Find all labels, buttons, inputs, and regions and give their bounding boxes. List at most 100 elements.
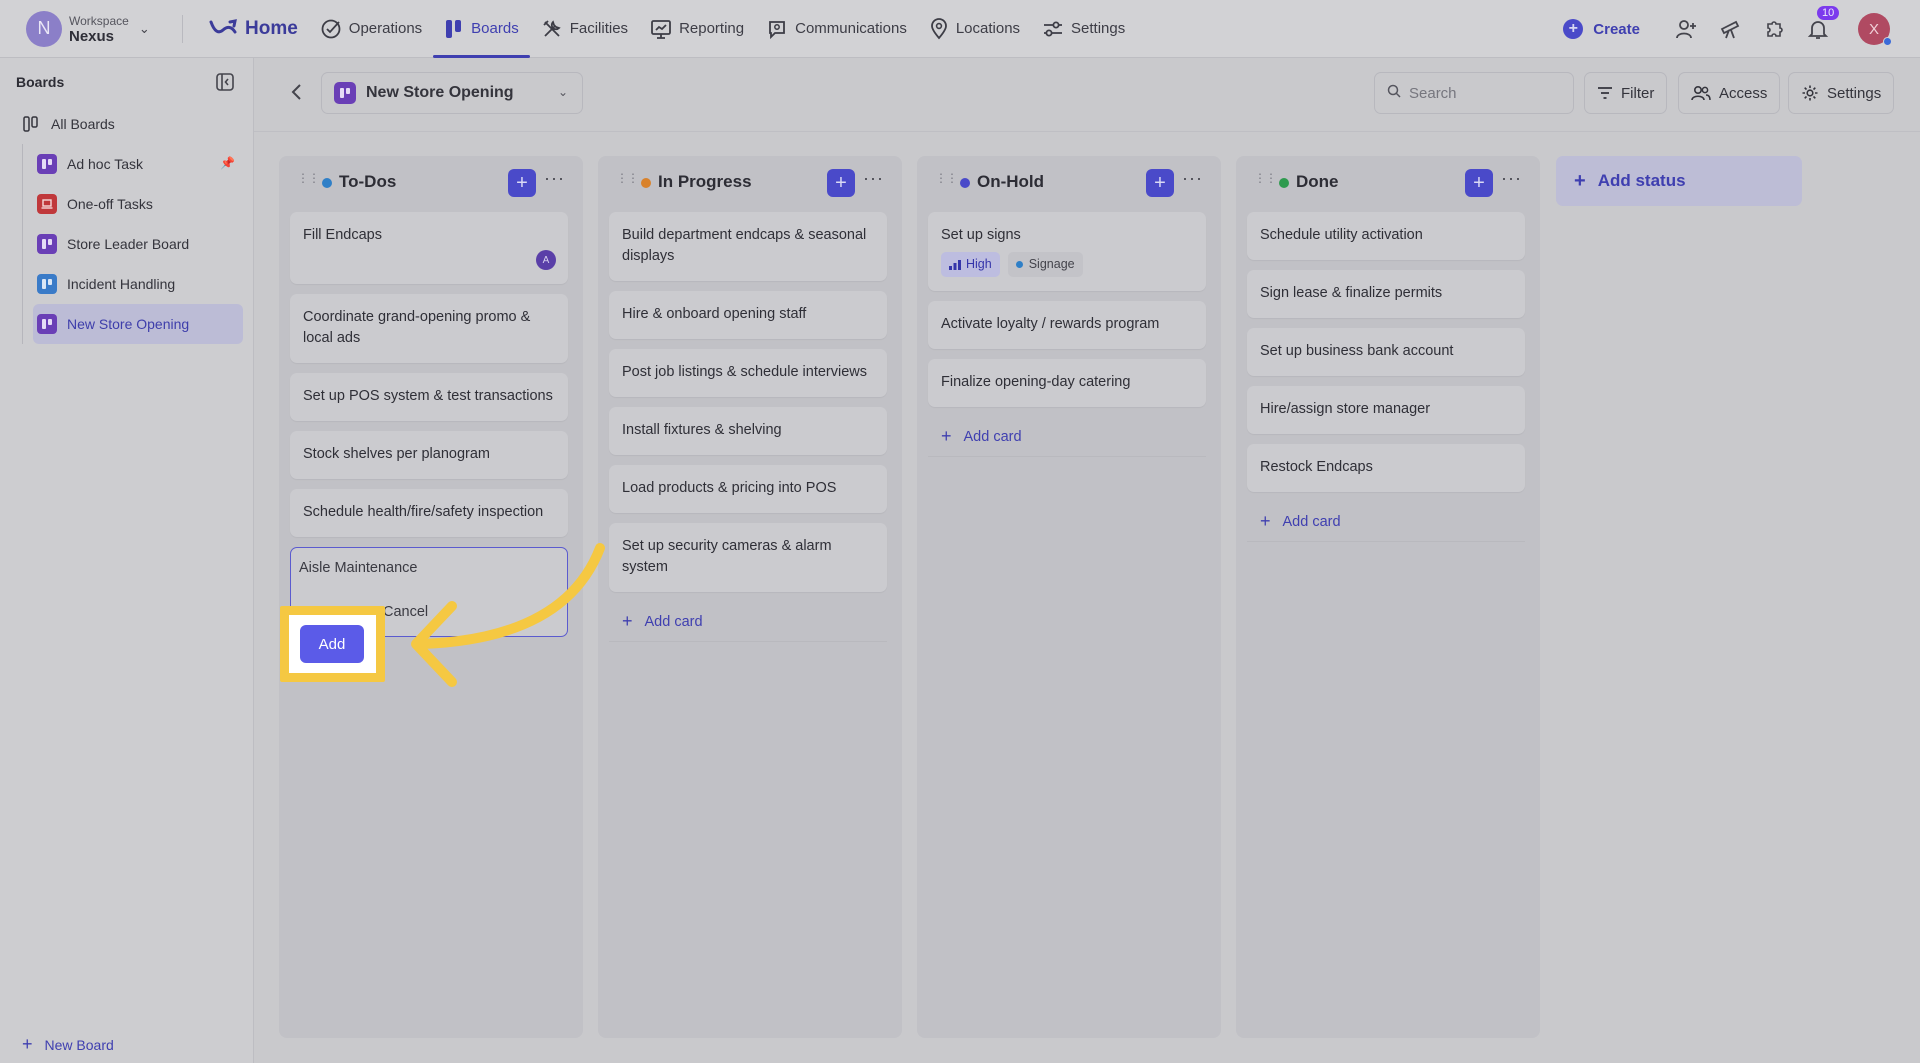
telescope-icon[interactable]	[1718, 17, 1742, 41]
back-arrow-icon[interactable]	[286, 81, 308, 103]
add-card-confirm-button[interactable]: Add	[300, 625, 364, 663]
card[interactable]: Build department endcaps & seasonal disp…	[609, 212, 887, 281]
board-icon	[37, 234, 57, 254]
chat-icon	[766, 18, 788, 40]
search-box[interactable]	[1374, 72, 1574, 114]
board-settings-button[interactable]: Settings	[1788, 72, 1895, 114]
card[interactable]: Set up business bank account	[1247, 328, 1525, 376]
card[interactable]: Stock shelves per planogram	[290, 431, 568, 479]
filter-button[interactable]: Filter	[1584, 72, 1668, 114]
add-card-plus-button[interactable]: +	[1465, 169, 1493, 197]
plus-icon: +	[1260, 511, 1271, 531]
board-icon	[334, 82, 356, 104]
more-options-icon[interactable]: ···	[1501, 168, 1522, 189]
card[interactable]: Schedule health/fire/safety inspection	[290, 489, 568, 537]
drag-handle-icon[interactable]: ⋮⋮	[297, 172, 320, 184]
top-right-tools: + Create 10 X	[1563, 0, 1920, 58]
create-button[interactable]: + Create	[1563, 19, 1640, 39]
nav-locations[interactable]: Locations	[918, 0, 1031, 58]
laptop-icon	[37, 194, 57, 214]
add-card-button[interactable]: + Add card	[928, 417, 1206, 457]
collapse-sidebar-icon[interactable]	[215, 72, 235, 92]
card[interactable]: Hire/assign store manager	[1247, 386, 1525, 434]
card-title: Fill Endcaps	[303, 227, 382, 243]
drag-handle-icon[interactable]: ⋮⋮	[1254, 172, 1277, 184]
sidebar-item-ad-hoc-task[interactable]: Ad hoc Task 📌	[33, 144, 243, 184]
nav-reporting[interactable]: Reporting	[639, 0, 755, 58]
access-button[interactable]: Access	[1678, 72, 1781, 114]
card[interactable]: Sign lease & finalize permits	[1247, 270, 1525, 318]
column-done: ⋮⋮ Done + ··· Schedule utility activatio…	[1236, 156, 1540, 1038]
card[interactable]: Fill Endcaps A	[290, 212, 568, 284]
card[interactable]: Install fixtures & shelving	[609, 407, 887, 455]
card[interactable]: Coordinate grand-opening promo & local a…	[290, 294, 568, 363]
column-title: Done	[1296, 172, 1339, 191]
workspace-avatar: N	[26, 10, 62, 47]
nav-facilities[interactable]: Facilities	[530, 0, 639, 58]
sidebar-item-new-store-opening[interactable]: New Store Opening	[33, 304, 243, 344]
puzzle-icon[interactable]	[1762, 17, 1786, 41]
nav-operations[interactable]: Operations	[309, 0, 433, 58]
drag-handle-icon[interactable]: ⋮⋮	[616, 172, 639, 184]
add-user-icon[interactable]	[1674, 17, 1698, 41]
user-avatar[interactable]: X	[1858, 13, 1892, 46]
settings-label: Settings	[1827, 84, 1882, 102]
column-title: In Progress	[658, 172, 752, 191]
assignee-avatar[interactable]: A	[536, 250, 556, 270]
card-title: Build department endcaps & seasonal disp…	[622, 227, 867, 264]
more-options-icon[interactable]: ···	[1182, 168, 1203, 189]
card[interactable]: Hire & onboard opening staff	[609, 291, 887, 339]
check-circle-icon	[320, 18, 342, 40]
plus-icon: +	[622, 611, 633, 631]
sidebar-item-one-off-tasks[interactable]: One-off Tasks	[33, 184, 243, 224]
label-badge[interactable]: Signage	[1007, 252, 1083, 277]
sidebar-item-incident-handling[interactable]: Incident Handling	[33, 264, 243, 304]
card-title: Set up security cameras & alarm system	[622, 538, 832, 575]
priority-label: High	[966, 257, 992, 271]
workspace-name: Nexus	[69, 27, 115, 45]
card-title: Set up signs	[941, 227, 1021, 243]
board-icon	[37, 154, 57, 174]
boards-icon	[444, 18, 464, 40]
add-status-button[interactable]: + Add status	[1556, 156, 1802, 206]
nav-communications[interactable]: Communications	[755, 0, 918, 58]
add-card-plus-button[interactable]: +	[1146, 169, 1174, 197]
drag-handle-icon[interactable]: ⋮⋮	[935, 172, 958, 184]
add-card-button[interactable]: + Add card	[609, 602, 887, 642]
nav-home[interactable]: Home	[197, 0, 309, 58]
add-card-plus-button[interactable]: +	[508, 169, 536, 197]
more-options-icon[interactable]: ···	[544, 168, 565, 189]
column-on-hold: ⋮⋮ On-Hold + ··· Set up signs High Signa…	[917, 156, 1221, 1038]
top-navigation: N Workspace Nexus ⌄ Home Operations Boar…	[0, 0, 1920, 58]
more-options-icon[interactable]: ···	[863, 168, 884, 189]
card[interactable]: Restock Endcaps	[1247, 444, 1525, 492]
card-title: Hire & onboard opening staff	[622, 306, 807, 322]
card[interactable]: Post job listings & schedule interviews	[609, 349, 887, 397]
card[interactable]: Set up security cameras & alarm system	[609, 523, 887, 592]
bell-icon[interactable]: 10	[1806, 6, 1840, 41]
nav-settings[interactable]: Settings	[1031, 0, 1136, 58]
card[interactable]: Set up POS system & test transactions	[290, 373, 568, 421]
status-dot	[322, 178, 332, 188]
gear-icon	[1801, 84, 1819, 102]
nav-reporting-label: Reporting	[679, 20, 745, 37]
card-title: Load products & pricing into POS	[622, 480, 837, 496]
card[interactable]: Finalize opening-day catering	[928, 359, 1206, 407]
add-card-button[interactable]: + Add card	[1247, 502, 1525, 542]
sidebar-item-store-leader-board[interactable]: Store Leader Board	[33, 224, 243, 264]
card[interactable]: Activate loyalty / rewards program	[928, 301, 1206, 349]
new-board-button[interactable]: + New Board	[22, 1034, 114, 1055]
card[interactable]: Set up signs High Signage	[928, 212, 1206, 291]
priority-badge[interactable]: High	[941, 252, 1000, 277]
main-nav: Home Operations Boards Facilities Report…	[197, 0, 1136, 58]
board-selector[interactable]: New Store Opening ⌄	[321, 72, 583, 114]
sidebar-item-label: Incident Handling	[67, 276, 176, 292]
pin-icon[interactable]: 📌	[220, 156, 235, 170]
workspace-switcher[interactable]: N Workspace Nexus ⌄	[26, 10, 176, 47]
add-card-plus-button[interactable]: +	[827, 169, 855, 197]
card[interactable]: Load products & pricing into POS	[609, 465, 887, 513]
nav-boards[interactable]: Boards	[433, 0, 530, 58]
card[interactable]: Schedule utility activation	[1247, 212, 1525, 260]
search-input[interactable]	[1409, 84, 1559, 102]
sidebar-all-boards[interactable]: All Boards	[0, 104, 253, 144]
